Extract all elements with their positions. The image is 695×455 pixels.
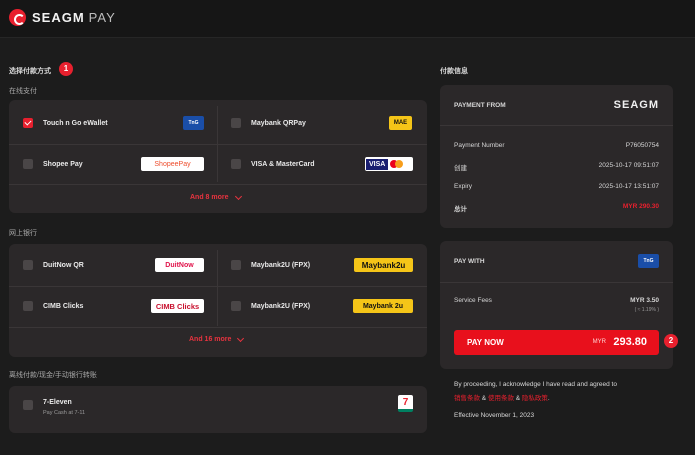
- option-label: Shopee Pay: [43, 160, 83, 168]
- option-label: DuitNow QR: [43, 261, 84, 269]
- option-label: Maybank2U (FPX): [251, 261, 311, 269]
- option-label: Maybank QRPay: [251, 119, 306, 127]
- total-value: MYR 290.30: [622, 203, 659, 210]
- payment-number-label: Payment Number: [454, 142, 505, 149]
- pay-now-label: PAY NOW: [467, 338, 504, 347]
- step-two-badge: 2: [664, 334, 678, 348]
- service-fees-label: Service Fees: [454, 297, 492, 304]
- chevron-down-icon: [237, 334, 245, 342]
- choose-method-title: 选择付款方式: [9, 68, 51, 75]
- show-more-banking-button[interactable]: And 16 more: [189, 334, 245, 343]
- top-bar: SEAGM PAY: [0, 0, 695, 38]
- touch-n-go-logo-icon: TnG: [183, 116, 204, 130]
- seven-eleven-logo-icon: 7: [398, 395, 413, 412]
- expiry-label: Expiry: [454, 183, 473, 190]
- pay-with-label: PAY WITH: [454, 258, 485, 265]
- online-banking-title: 网上银行: [9, 230, 37, 237]
- option-sublabel: Pay Cash at 7-11: [43, 410, 86, 416]
- created-label: 创建: [454, 165, 467, 172]
- payment-from-label: PAYMENT FROM: [454, 102, 506, 109]
- service-fees-pct: ( ≈ 1.19% ): [634, 307, 659, 313]
- cash-payment-title: 离线付款/现金/手动银行转账: [9, 372, 97, 379]
- checkbox-checked[interactable]: [23, 118, 33, 128]
- duitnow-logo-icon: DuitNow: [155, 258, 204, 272]
- mae-logo-icon: MAE: [389, 116, 412, 130]
- pay-now-button[interactable]: PAY NOW MYR 293.80: [454, 330, 659, 355]
- visa-mastercard-logo-icon: VISA: [365, 157, 413, 171]
- payment-from-card: PAYMENT FROM SEAGM Payment Number P76050…: [440, 85, 673, 228]
- checkbox[interactable]: [23, 301, 33, 311]
- maybank2u-logo-icon: Maybank2u: [354, 258, 413, 272]
- online-payment-card: Touch n Go eWallet TnG Maybank QRPay MAE…: [9, 100, 427, 213]
- privacy-policy-link[interactable]: 隐私政策: [522, 395, 548, 402]
- option-label: Maybank2U (FPX): [251, 302, 311, 310]
- pay-now-currency: MYR: [592, 339, 606, 345]
- option-7-eleven[interactable]: 7-Eleven Pay Cash at 7-11: [23, 390, 323, 430]
- terms-of-use-link[interactable]: 使用条款: [488, 395, 514, 402]
- show-more-online-button[interactable]: And 8 more: [190, 192, 242, 201]
- pay-now-amount: 293.80: [613, 336, 647, 348]
- payment-info-title: 付款信息: [440, 68, 468, 75]
- effective-date: Effective November 1, 2023: [454, 412, 535, 419]
- checkbox[interactable]: [231, 260, 241, 270]
- touch-n-go-logo-icon: TnG: [638, 254, 659, 268]
- created-value: 2025-10-17 09:51:07: [598, 162, 659, 169]
- seagm-brand-logo: SEAGM: [613, 99, 659, 111]
- checkbox[interactable]: [23, 159, 33, 169]
- step-one-badge: 1: [59, 62, 73, 76]
- payment-number-value: P76050754: [625, 142, 659, 149]
- option-label: VISA & MasterCard: [251, 160, 315, 168]
- checkbox[interactable]: [231, 118, 241, 128]
- shopeepay-logo-icon: ShopeePay: [141, 157, 204, 171]
- option-label: CIMB Clicks: [43, 302, 84, 310]
- seagm-pay-logo[interactable]: SEAGM PAY: [9, 9, 116, 26]
- brand-suffix: PAY: [88, 10, 116, 25]
- checkbox[interactable]: [231, 301, 241, 311]
- option-label: Touch n Go eWallet: [43, 119, 108, 127]
- chevron-down-icon: [234, 192, 242, 200]
- maybank-logo-icon: Maybank 2u: [353, 299, 413, 313]
- cimb-clicks-logo-icon: CIMB Clicks: [151, 299, 204, 313]
- terms-of-sale-link[interactable]: 销售条款: [454, 395, 480, 402]
- checkbox[interactable]: [231, 159, 241, 169]
- legal-links: 销售条款 & 使用条款 & 隐私政策.: [454, 395, 550, 402]
- online-banking-card: DuitNow QR DuitNow Maybank2U (FPX) Mayba…: [9, 244, 427, 357]
- brand-name: SEAGM: [32, 10, 85, 25]
- total-label: 总计: [454, 206, 467, 213]
- expiry-value: 2025-10-17 13:51:07: [598, 183, 659, 190]
- legal-text: By proceeding, I acknowledge I have read…: [454, 381, 617, 388]
- option-label: 7-Eleven: [43, 399, 72, 406]
- service-fees-value: MYR 3.50: [630, 297, 659, 304]
- cash-payment-card: 7-Eleven Pay Cash at 7-11 7: [9, 386, 427, 433]
- seagm-logo-icon: [9, 9, 26, 26]
- checkbox[interactable]: [23, 400, 33, 410]
- checkbox[interactable]: [23, 260, 33, 270]
- online-payment-title: 在线支付: [9, 88, 37, 95]
